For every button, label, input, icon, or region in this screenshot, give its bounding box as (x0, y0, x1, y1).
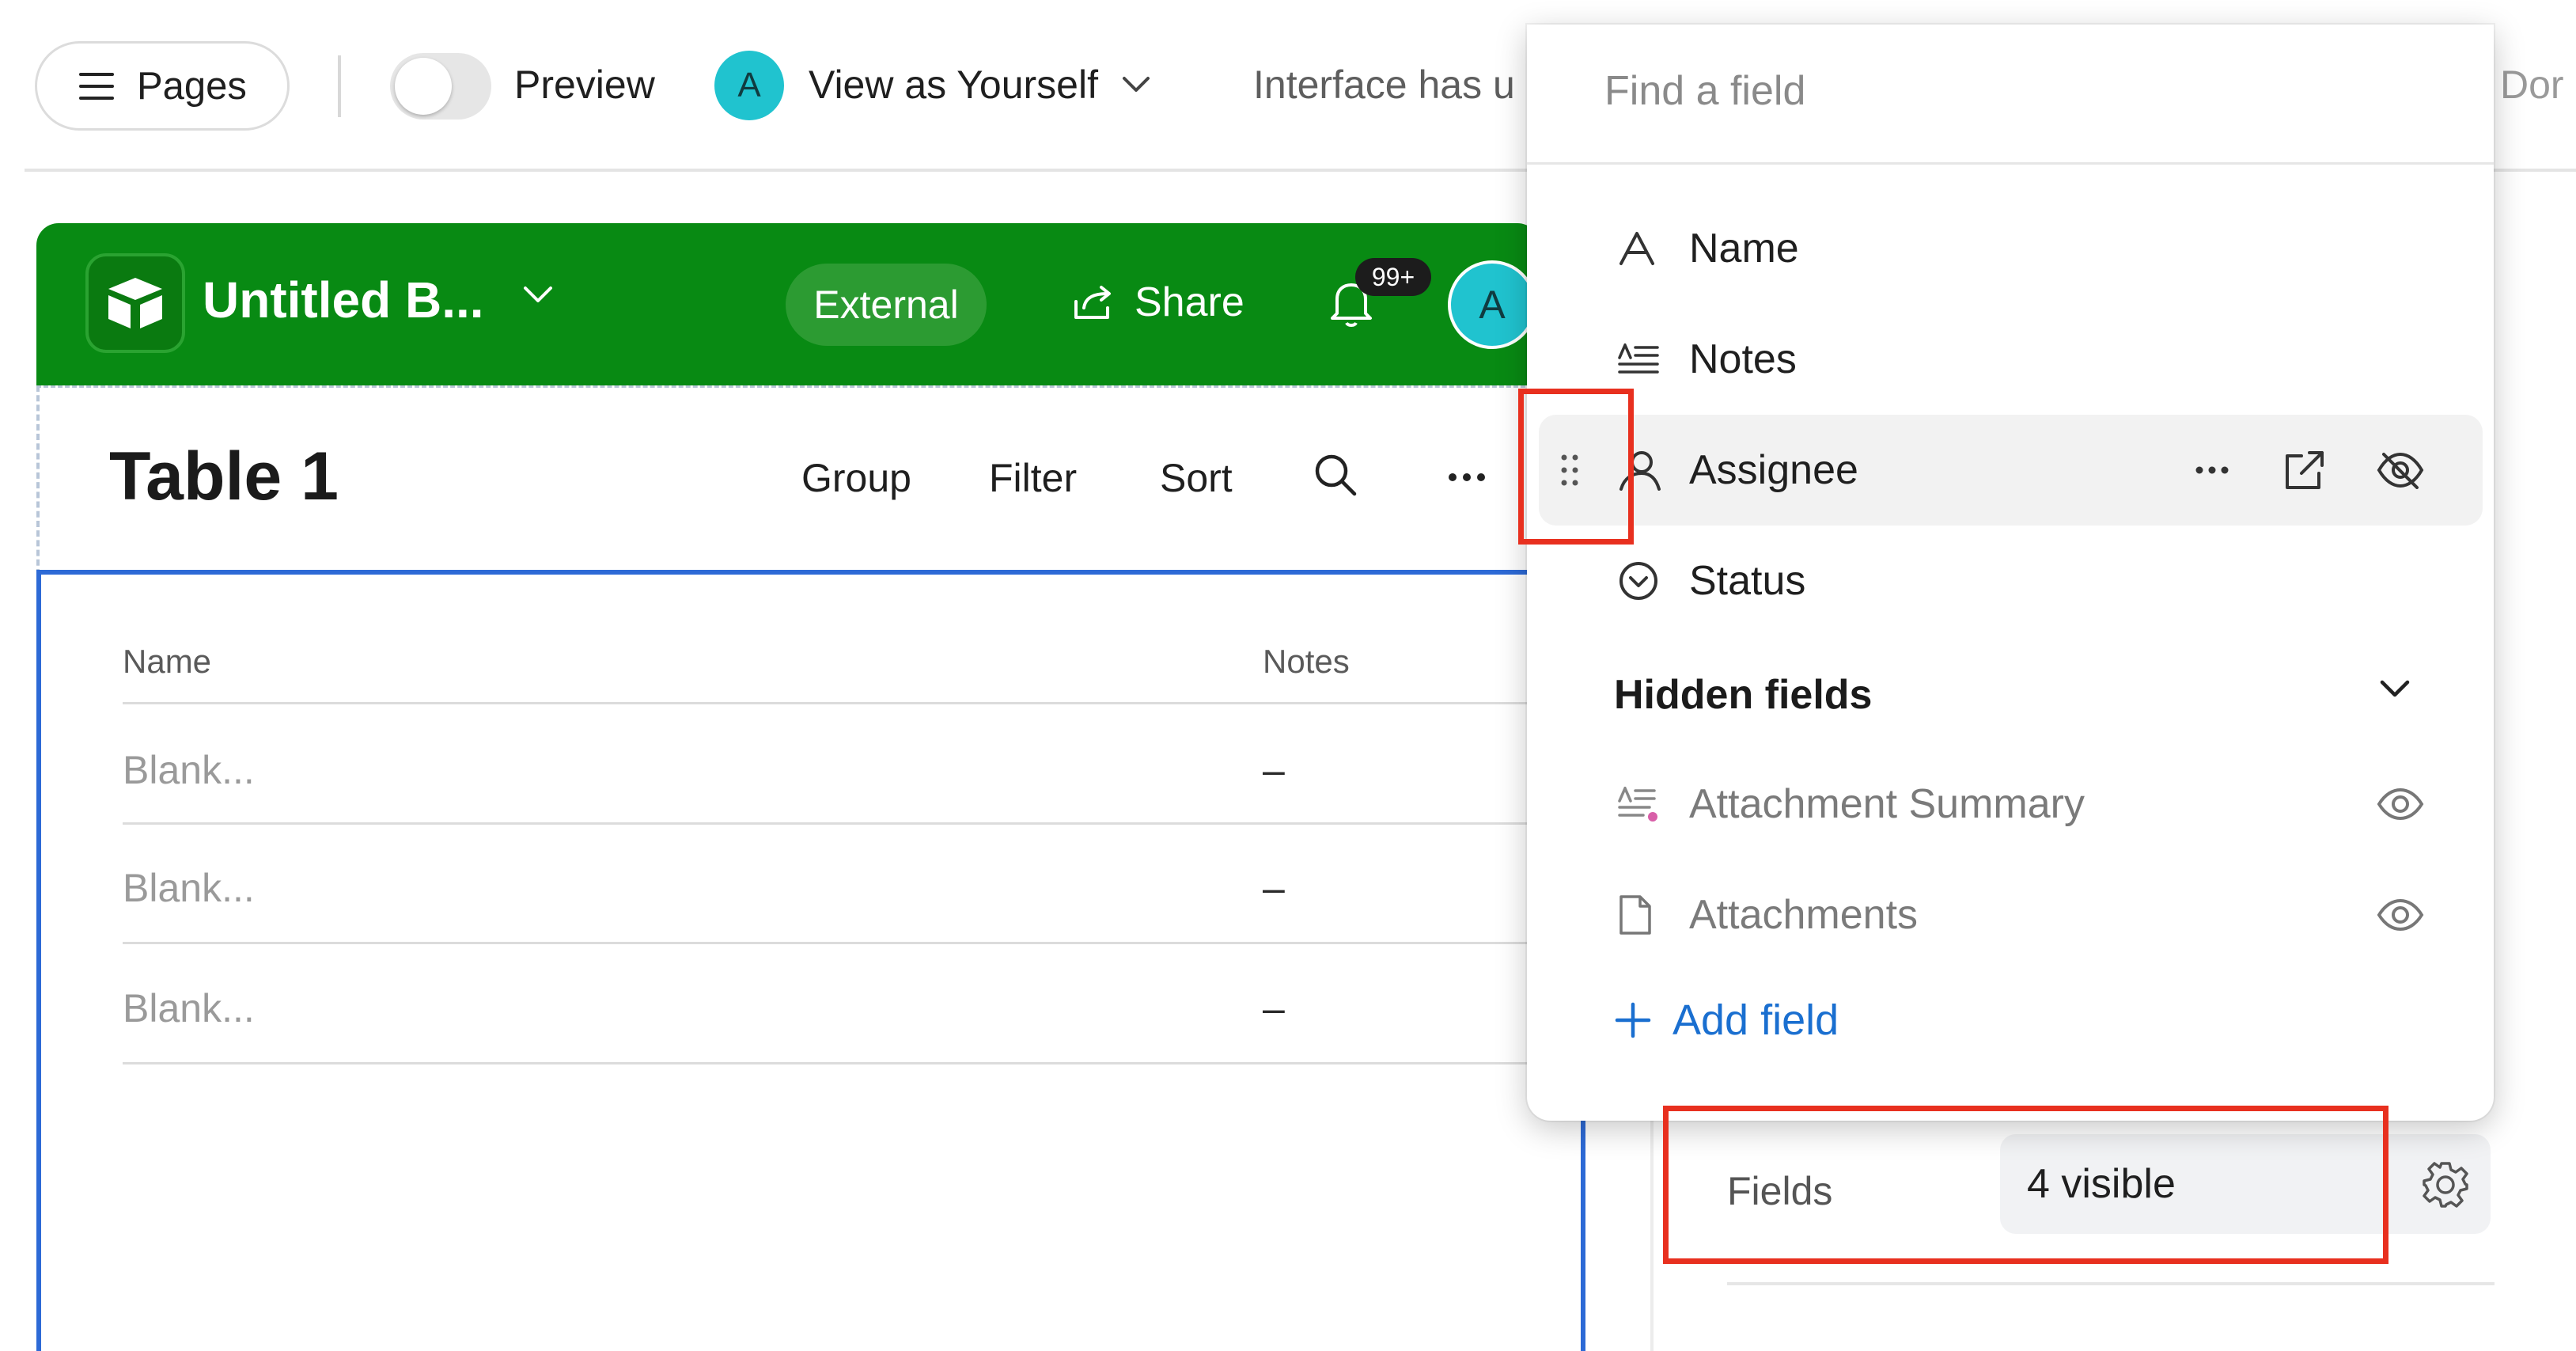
panel-divider (1727, 1282, 2495, 1285)
highlight-drag-handle (1518, 389, 1634, 545)
table-row-name[interactable]: Blank... (123, 985, 255, 1031)
chevron-down-icon[interactable] (2379, 679, 2411, 700)
table-row-name[interactable]: Blank... (123, 865, 255, 911)
more-options-icon[interactable] (2195, 466, 2229, 474)
column-header-name: Name (123, 643, 212, 680)
show-field-eye-icon[interactable] (2376, 898, 2425, 932)
search-icon[interactable] (1312, 451, 1359, 499)
field-item-name[interactable]: Name (1539, 193, 2483, 304)
pages-label: Pages (137, 64, 247, 108)
interface-status-text: Interface has u (1253, 63, 1515, 107)
popover-divider (1527, 162, 2494, 165)
topbar-divider (338, 55, 341, 117)
field-item-assignee[interactable]: Assignee (1539, 415, 2483, 526)
gear-icon[interactable] (2421, 1160, 2470, 1209)
ai-text-icon (1618, 787, 1659, 822)
share-button[interactable]: Share (1073, 279, 1244, 326)
column-header-notes: Notes (1263, 643, 1350, 680)
row-divider (123, 1062, 1555, 1064)
chevron-down-icon (1122, 76, 1150, 93)
field-label: Name (1689, 226, 1799, 271)
long-text-icon (1618, 343, 1659, 375)
notifications-badge: 99+ (1355, 258, 1431, 296)
hidden-fields-header[interactable]: Hidden fields (1614, 671, 1872, 719)
add-field-button[interactable]: Add field (1614, 996, 1839, 1045)
pages-button[interactable]: Pages (35, 41, 290, 131)
file-icon (1618, 894, 1653, 936)
view-as-dropdown[interactable]: View as Yourself (809, 62, 1150, 108)
field-label: Notes (1689, 336, 1797, 382)
row-divider (123, 942, 1555, 944)
base-logo-icon (85, 253, 185, 353)
field-item-status[interactable]: Status (1539, 526, 2483, 636)
plus-icon (1614, 1001, 1652, 1039)
table-row-name[interactable]: Blank... (123, 747, 255, 793)
add-field-label: Add field (1673, 996, 1839, 1044)
field-label: Assignee (1689, 447, 1858, 493)
done-button[interactable]: Dor (2500, 62, 2564, 108)
more-options-icon[interactable] (1448, 472, 1486, 482)
text-type-icon (1618, 230, 1656, 267)
show-field-eye-icon[interactable] (2376, 787, 2425, 821)
field-label: Status (1689, 558, 1806, 604)
share-icon (1073, 284, 1114, 321)
open-external-icon[interactable] (2284, 450, 2325, 491)
highlight-fields-selector (1663, 1106, 2388, 1264)
sort-button[interactable]: Sort (1160, 455, 1233, 501)
list-view (36, 570, 1585, 1351)
table-title: Table 1 (109, 438, 339, 514)
base-name[interactable]: Untitled B... (203, 271, 484, 329)
field-label: Attachment Summary (1689, 781, 2085, 827)
table-row-notes: – (1263, 986, 1285, 1030)
hide-field-eye-off-icon[interactable] (2376, 451, 2425, 489)
row-divider (123, 702, 1555, 704)
user-avatar[interactable]: A (1448, 260, 1536, 349)
view-as-avatar: A (714, 51, 784, 120)
chevron-down-icon[interactable] (522, 285, 554, 304)
field-label: Attachments (1689, 892, 1919, 938)
find-field-input[interactable] (1604, 66, 2396, 116)
share-label: Share (1135, 279, 1244, 325)
table-row-notes: – (1263, 866, 1285, 910)
preview-toggle[interactable] (390, 53, 491, 120)
field-item-attachment-summary[interactable]: Attachment Summary (1539, 749, 2483, 860)
hamburger-menu-icon (78, 71, 115, 101)
external-button[interactable]: External (786, 264, 987, 346)
group-button[interactable]: Group (801, 455, 911, 501)
preview-label: Preview (514, 63, 655, 107)
view-as-label: View as Yourself (809, 63, 1098, 107)
field-item-notes[interactable]: Notes (1539, 304, 2483, 415)
table-row-notes: – (1263, 748, 1285, 792)
filter-button[interactable]: Filter (989, 455, 1077, 501)
field-item-attachments[interactable]: Attachments (1539, 860, 2483, 970)
row-divider (123, 822, 1555, 825)
single-select-icon (1618, 560, 1659, 601)
